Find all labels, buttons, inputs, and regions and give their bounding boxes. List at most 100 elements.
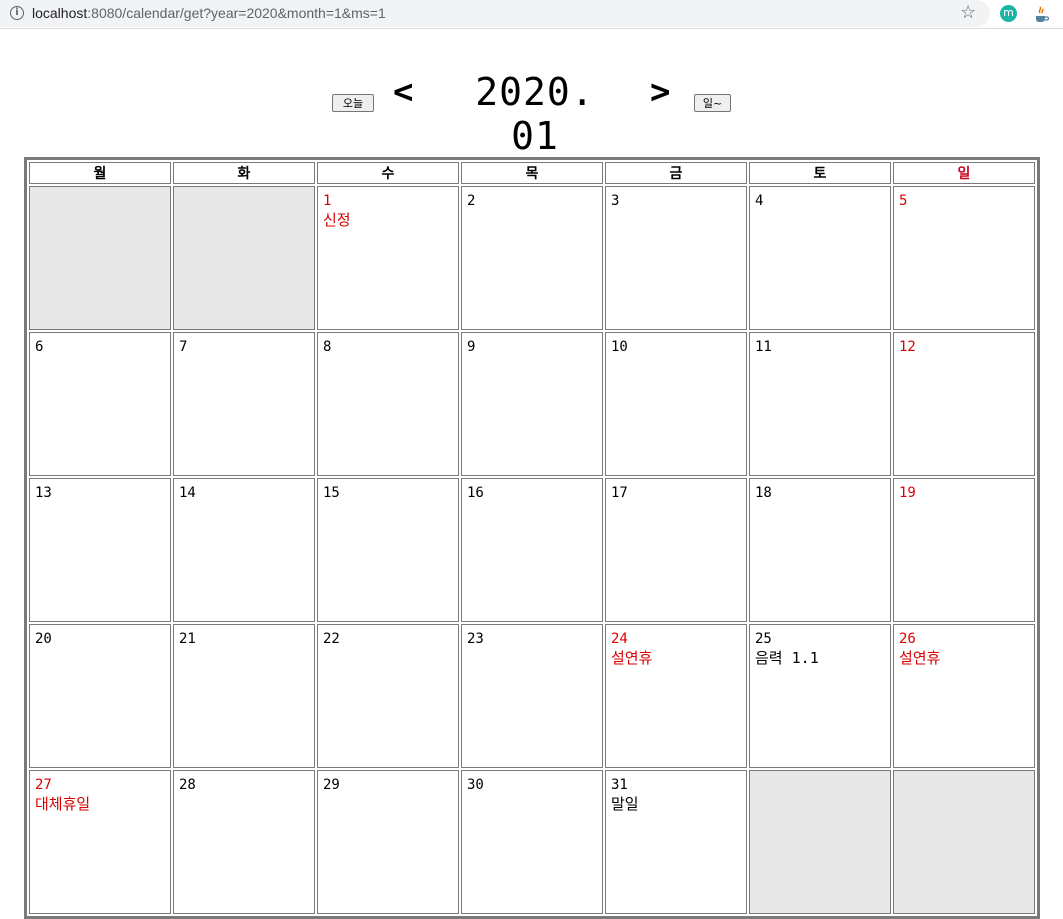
url-field[interactable]: i localhost:8080/calendar/get?year=2020&… [0,0,990,27]
week-row: 13 14 15 16 17 18 19 [29,478,1035,622]
week-start-button[interactable]: 일~ [694,94,731,112]
day-number: 12 [899,339,916,355]
day-cell[interactable]: 20 [29,624,171,768]
day-number: 10 [611,339,628,355]
day-number: 5 [899,193,908,209]
day-note: 음력 1.1 [755,649,819,667]
url-path: :8080/calendar/get?year=2020&month=1&ms=… [87,5,386,21]
calendar-header: 오늘 < 2020. 01 > 일~ [0,70,1063,158]
browser-address-bar: i localhost:8080/calendar/get?year=2020&… [0,0,1063,29]
weekday-header: 목 [461,162,603,184]
day-note: 대체휴일 [35,795,91,813]
day-number: 30 [467,777,484,793]
week-row: 27 대체휴일 28 29 30 31 말일 [29,770,1035,914]
day-number: 8 [323,339,332,355]
day-cell[interactable]: 22 [317,624,459,768]
day-number: 21 [179,631,196,647]
week-row: 1 신정 2 3 4 5 [29,186,1035,330]
day-number: 16 [467,485,484,501]
day-number: 13 [35,485,52,501]
day-cell[interactable]: 1 신정 [317,186,459,330]
day-number: 26 [899,631,916,647]
day-cell[interactable]: 23 [461,624,603,768]
day-cell[interactable]: 30 [461,770,603,914]
weekday-header-row: 월화수목금토일 [29,162,1035,184]
star-icon[interactable]: ☆ [960,2,976,23]
day-number: 6 [35,339,44,355]
day-note: 신정 [323,211,351,229]
day-number: 25 [755,631,772,647]
day-number: 28 [179,777,196,793]
month-title: 2020. 01 [475,70,595,158]
day-note: 말일 [611,795,639,813]
day-number: 7 [179,339,188,355]
url-host: localhost [32,5,88,21]
url-text[interactable]: localhost:8080/calendar/get?year=2020&mo… [32,5,386,21]
day-cell[interactable]: 21 [173,624,315,768]
day-cell[interactable]: 6 [29,332,171,476]
day-cell[interactable]: 14 [173,478,315,622]
day-number: 31 [611,777,628,793]
day-number: 18 [755,485,772,501]
day-number: 19 [899,485,916,501]
day-cell[interactable]: 13 [29,478,171,622]
prev-month-arrow[interactable]: < [393,72,413,112]
day-number: 29 [323,777,340,793]
day-cell[interactable]: 19 [893,478,1035,622]
day-cell[interactable]: 12 [893,332,1035,476]
day-cell[interactable]: 15 [317,478,459,622]
day-cell[interactable]: 25 음력 1.1 [749,624,891,768]
day-number: 23 [467,631,484,647]
day-number: 17 [611,485,628,501]
day-cell[interactable]: 3 [605,186,747,330]
weekday-header: 수 [317,162,459,184]
today-button[interactable]: 오늘 [332,94,374,112]
week-row: 6 7 8 9 10 11 12 [29,332,1035,476]
day-cell[interactable]: 8 [317,332,459,476]
weekday-header: 일 [893,162,1035,184]
day-number: 22 [323,631,340,647]
day-note: 설연휴 [611,649,653,667]
day-number: 27 [35,777,52,793]
weekday-header: 토 [749,162,891,184]
day-number: 9 [467,339,476,355]
day-cell[interactable]: 7 [173,332,315,476]
day-number: 1 [323,193,332,209]
day-number: 11 [755,339,772,355]
weekday-header: 금 [605,162,747,184]
java-extension-icon[interactable] [1033,5,1049,23]
day-note: 설연휴 [899,649,941,667]
day-cell[interactable]: 28 [173,770,315,914]
day-number: 2 [467,193,476,209]
day-cell[interactable]: 31 말일 [605,770,747,914]
day-cell[interactable]: 24 설연휴 [605,624,747,768]
empty-day-cell [893,770,1035,914]
week-row: 20 21 22 23 24 설연휴 25 음력 1.1 26 설연휴 [29,624,1035,768]
day-cell[interactable]: 11 [749,332,891,476]
day-number: 14 [179,485,196,501]
day-cell[interactable]: 10 [605,332,747,476]
day-cell[interactable]: 18 [749,478,891,622]
weekday-header: 화 [173,162,315,184]
day-cell[interactable]: 5 [893,186,1035,330]
day-cell[interactable]: 2 [461,186,603,330]
calendar-grid: 월화수목금토일 1 신정 2 3 4 5 6 7 8 9 10 11 12 13 14 15 16 17 18 19 2… [24,157,1040,919]
day-number: 15 [323,485,340,501]
empty-day-cell [173,186,315,330]
weekday-header: 월 [29,162,171,184]
day-cell[interactable]: 16 [461,478,603,622]
next-month-arrow[interactable]: > [650,72,670,112]
day-number: 4 [755,193,764,209]
day-cell[interactable]: 27 대체휴일 [29,770,171,914]
day-number: 20 [35,631,52,647]
day-number: 3 [611,193,620,209]
m-extension-icon[interactable]: m [1000,5,1017,22]
day-cell[interactable]: 29 [317,770,459,914]
info-icon[interactable]: i [10,6,24,20]
day-cell[interactable]: 4 [749,186,891,330]
calendar-body: 1 신정 2 3 4 5 6 7 8 9 10 11 12 13 14 15 16 17 18 19 20 21 22 23 2… [29,186,1035,914]
day-cell[interactable]: 17 [605,478,747,622]
day-cell[interactable]: 26 설연휴 [893,624,1035,768]
empty-day-cell [749,770,891,914]
day-cell[interactable]: 9 [461,332,603,476]
